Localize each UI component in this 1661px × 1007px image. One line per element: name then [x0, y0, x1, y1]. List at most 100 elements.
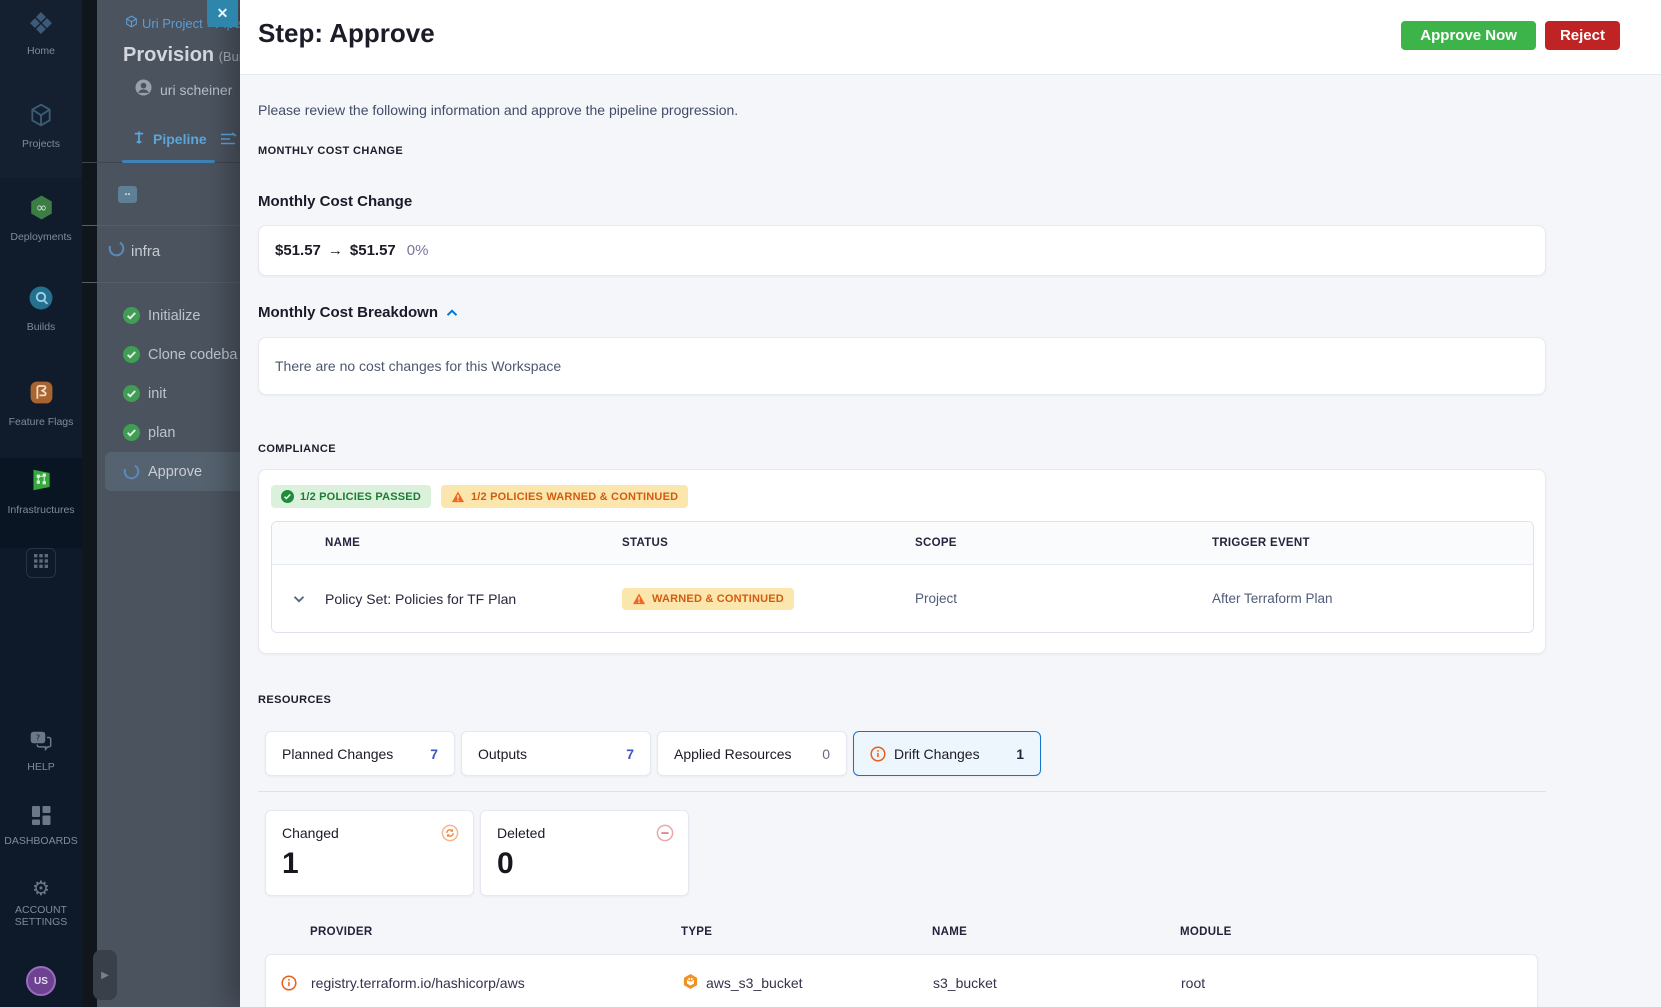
sidebar-item-label: Deployments [10, 231, 72, 243]
expander-arrow-icon: ▶ [101, 969, 109, 981]
info-circle-icon [870, 745, 886, 762]
warning-triangle-icon [632, 592, 646, 604]
dashboards-icon [31, 806, 51, 830]
drawer-close-button[interactable]: ✕ [207, 0, 238, 27]
policy-table-header: NAME STATUS SCOPE TRIGGER EVENT [272, 522, 1533, 565]
change-refresh-icon [441, 824, 459, 847]
sidebar-item-builds[interactable]: Builds [0, 285, 82, 333]
user-avatar[interactable]: US [26, 966, 56, 996]
page-title: Provision (Build [123, 44, 240, 66]
close-icon: ✕ [216, 5, 229, 21]
policy-trigger-event: After Terraform Plan [1212, 591, 1333, 606]
chevron-up-icon[interactable] [446, 308, 458, 317]
pipeline-icon [132, 130, 146, 148]
tab-planned-changes[interactable]: Planned Changes 7 [265, 731, 455, 776]
policies-warned-badge: 1/2 POLICIES WARNED & CONTINUED [440, 485, 689, 508]
sidebar-item-help[interactable]: ? HELP [0, 731, 82, 773]
builds-icon [28, 285, 54, 316]
grid-icon [34, 553, 48, 573]
stage-name: infra [131, 242, 161, 260]
col-status: STATUS [622, 537, 669, 549]
feature-flags-icon [28, 379, 55, 411]
stage-row-infra[interactable]: infra [82, 233, 240, 269]
sidebar-item-account-settings[interactable]: ⚙ ACCOUNT SETTINGS [0, 879, 82, 928]
step-row-plan[interactable]: plan [82, 413, 240, 452]
planned-changes-count: 7 [430, 745, 438, 762]
nav-sidebar: ❖ Home Projects ∞ Deployments Builds Fea… [0, 0, 82, 1007]
step-row-approve-selected[interactable]: Approve [105, 452, 240, 491]
project-cube-icon [125, 15, 138, 31]
resource-table-row[interactable]: registry.terraform.io/hashicorp/aws aws_… [265, 954, 1538, 1007]
sidebar-item-label: DASHBOARDS [4, 835, 78, 847]
col-name: NAME [932, 926, 968, 938]
tab-applied-resources[interactable]: Applied Resources 0 [657, 731, 847, 776]
col-name: NAME [325, 537, 361, 549]
drift-changes-count: 1 [1016, 745, 1024, 762]
warned-continued-badge: WARNED & CONTINUED [622, 587, 794, 610]
cost-percent: 0% [406, 242, 429, 259]
tab-pipeline[interactable]: Pipeline [132, 130, 207, 148]
drift-summary-cards: Changed 1 Deleted 0 [265, 810, 1546, 896]
resource-tabs: Planned Changes 7 Outputs 7 Applied Reso… [265, 731, 1546, 776]
deleted-card: Deleted 0 [480, 810, 689, 896]
gear-icon: ⚙ [32, 878, 50, 900]
section-label-resources: RESOURCES [258, 694, 332, 706]
tab-drift-changes-selected[interactable]: Drift Changes 1 [853, 731, 1041, 776]
check-circle-icon [281, 490, 294, 503]
projects-icon [28, 102, 54, 133]
console-expander-handle[interactable]: ▶ [93, 950, 117, 1000]
minus-circle-icon [656, 824, 674, 847]
monthly-cost-heading: Monthly Cost Change [258, 193, 413, 210]
tab-outputs[interactable]: Outputs 7 [461, 731, 651, 776]
outputs-count: 7 [626, 745, 634, 762]
policy-scope: Project [915, 591, 958, 606]
policies-passed-badge: 1/2 POLICIES PASSED [271, 485, 431, 508]
warning-triangle-icon [451, 490, 465, 502]
success-check-icon [123, 307, 140, 324]
breadcrumb-project-link[interactable]: Uri Project [142, 16, 203, 31]
policy-set-name: Policy Set: Policies for TF Plan [325, 590, 517, 607]
sidebar-item-label: Projects [22, 138, 60, 150]
reject-button[interactable]: Reject [1544, 21, 1620, 50]
cost-from: $51.57 [275, 242, 321, 259]
step-list: Initialize Clone codeba init plan Approv… [82, 296, 240, 491]
review-intro-text: Please review the following information … [258, 102, 739, 118]
sidebar-item-home[interactable]: ❖ Home [0, 10, 82, 58]
svg-text:∞: ∞ [35, 200, 46, 216]
inputs-tab-icon[interactable] [220, 131, 238, 152]
col-type: TYPE [681, 926, 713, 938]
step-row-initialize[interactable]: Initialize [82, 296, 240, 335]
module-picker-button[interactable] [26, 548, 56, 578]
collapse-chip[interactable]: .. [118, 186, 137, 203]
active-tab-underline [122, 160, 215, 163]
infrastructures-icon [27, 466, 55, 499]
step-row-clone-codebase[interactable]: Clone codeba [82, 335, 240, 374]
section-label-monthly-cost: MONTHLY COST CHANGE [258, 145, 404, 157]
sidebar-item-projects[interactable]: Projects [0, 102, 82, 150]
sidebar-item-dashboards[interactable]: DASHBOARDS [0, 806, 82, 847]
drawer-body: Please review the following information … [240, 75, 1661, 1007]
step-row-init[interactable]: init [82, 374, 240, 413]
policy-table: NAME STATUS SCOPE TRIGGER EVENT Policy S… [271, 521, 1534, 633]
trigger-user: uri scheiner [135, 79, 232, 101]
svg-text:?: ? [36, 734, 40, 743]
dimmed-page-background: Uri Project › Pipel Provision (Build uri… [82, 0, 240, 1007]
deleted-value: 0 [497, 847, 514, 880]
policy-table-row[interactable]: Policy Set: Policies for TF Plan WARNED … [272, 565, 1533, 632]
divider [82, 282, 240, 283]
changed-label: Changed [282, 825, 339, 841]
aws-icon [682, 973, 699, 993]
resource-type: aws_s3_bucket [706, 975, 803, 991]
running-spinner-icon [108, 240, 125, 262]
col-provider: PROVIDER [310, 926, 373, 938]
approve-now-button[interactable]: Approve Now [1401, 21, 1536, 50]
resource-module: root [1181, 975, 1206, 991]
changed-card: Changed 1 [265, 810, 474, 896]
sidebar-item-infrastructures[interactable]: Infrastructures [0, 466, 82, 516]
sidebar-item-feature-flags[interactable]: Feature Flags [0, 379, 82, 428]
info-circle-icon [280, 975, 297, 991]
resource-name: s3_bucket [933, 975, 997, 991]
drawer-actions: Approve Now Reject [1401, 21, 1620, 50]
sidebar-item-deployments[interactable]: ∞ Deployments [0, 194, 82, 243]
chevron-down-icon[interactable] [293, 595, 305, 603]
